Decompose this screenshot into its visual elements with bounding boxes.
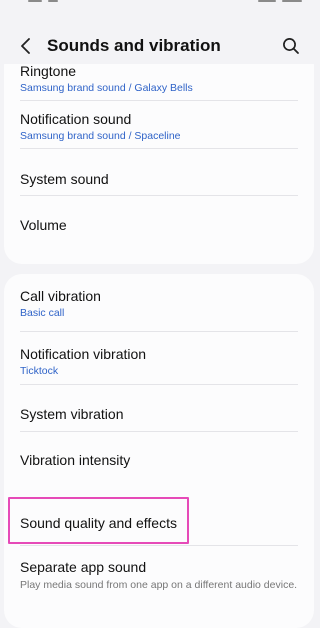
system-vibration-item[interactable]: System vibration bbox=[20, 406, 298, 422]
divider bbox=[20, 148, 298, 149]
status-bar-left-indicator bbox=[48, 0, 58, 2]
status-bar-left-indicator bbox=[28, 0, 42, 2]
separate-app-sound-description: Play media sound from one app on a diffe… bbox=[20, 579, 298, 591]
chevron-left-icon bbox=[21, 38, 30, 54]
call-vibration-value: Basic call bbox=[20, 307, 65, 319]
separate-app-sound-item[interactable]: Separate app sound Play media sound from… bbox=[20, 559, 298, 592]
notification-sound-value: Samsung brand sound / Spaceline bbox=[20, 130, 181, 142]
ringtone-label: Ringtone bbox=[20, 64, 77, 79]
sound-quality-card: Sound quality and effects Separate app s… bbox=[4, 498, 314, 628]
system-vibration-label: System vibration bbox=[20, 406, 124, 422]
divider bbox=[20, 431, 298, 432]
search-icon bbox=[283, 38, 299, 54]
search-button[interactable] bbox=[279, 34, 303, 58]
sound-quality-item[interactable]: Sound quality and effects bbox=[20, 515, 298, 531]
sound-quality-label: Sound quality and effects bbox=[20, 515, 177, 531]
notification-vibration-item[interactable]: Notification vibration Ticktock bbox=[20, 346, 298, 377]
sound-settings-card: Ringtone Samsung brand sound / Galaxy Be… bbox=[4, 64, 314, 264]
vibration-intensity-item[interactable]: Vibration intensity bbox=[20, 452, 298, 468]
divider bbox=[20, 100, 298, 101]
back-button[interactable] bbox=[14, 34, 38, 58]
status-bar-right-indicator bbox=[282, 0, 302, 2]
call-vibration-item[interactable]: Call vibration Basic call bbox=[20, 288, 298, 319]
volume-item[interactable]: Volume bbox=[20, 217, 298, 233]
ringtone-value: Samsung brand sound / Galaxy Bells bbox=[20, 82, 193, 94]
volume-label: Volume bbox=[20, 217, 67, 233]
divider bbox=[20, 331, 298, 332]
separate-app-sound-label: Separate app sound bbox=[20, 559, 147, 575]
system-sound-label: System sound bbox=[20, 171, 109, 187]
divider bbox=[20, 195, 298, 196]
system-sound-item[interactable]: System sound bbox=[20, 171, 298, 187]
notification-sound-item[interactable]: Notification sound Samsung brand sound /… bbox=[20, 111, 298, 142]
notification-vibration-label: Notification vibration bbox=[20, 346, 147, 362]
vibration-intensity-label: Vibration intensity bbox=[20, 452, 131, 468]
call-vibration-label: Call vibration bbox=[20, 288, 101, 304]
divider bbox=[20, 545, 298, 546]
notification-vibration-value: Ticktock bbox=[20, 365, 59, 377]
settings-list[interactable]: Ringtone Samsung brand sound / Galaxy Be… bbox=[0, 64, 318, 628]
status-bar bbox=[0, 0, 318, 4]
page-title: Sounds and vibration bbox=[47, 36, 221, 55]
status-bar-right-indicator bbox=[258, 0, 276, 2]
notification-sound-label: Notification sound bbox=[20, 111, 132, 127]
app-header: Sounds and vibration bbox=[0, 28, 318, 64]
divider bbox=[20, 384, 298, 385]
ringtone-item[interactable]: Ringtone Samsung brand sound / Galaxy Be… bbox=[20, 64, 298, 94]
